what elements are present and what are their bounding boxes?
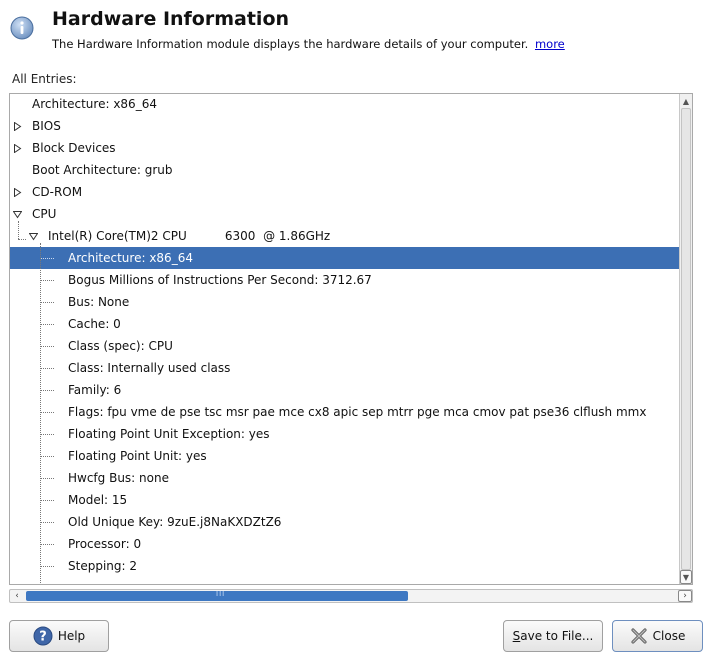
tree-row-label: Architecture: x86_64 bbox=[32, 97, 157, 111]
tree-row[interactable]: Old Unique Key: 9zuE.j8NaKXDZtZ6 bbox=[10, 511, 682, 533]
tree-row-label: Floating Point Unit: yes bbox=[68, 449, 207, 463]
tree-row[interactable]: Model: 15 bbox=[10, 489, 682, 511]
tree-row-label: CD-ROM bbox=[32, 185, 83, 199]
tree-row-label: Old Unique Key: 9zuE.j8NaKXDZtZ6 bbox=[68, 515, 282, 529]
collapsed-arrow-icon[interactable] bbox=[12, 137, 22, 159]
tree-branch-line bbox=[40, 280, 54, 281]
tree-row-label: Hwcfg Bus: none bbox=[68, 471, 169, 485]
info-icon bbox=[10, 16, 34, 40]
all-entries-label: All Entries: bbox=[12, 72, 77, 86]
tree-row[interactable]: Bogus Millions of Instructions Per Secon… bbox=[10, 269, 682, 291]
page-description: The Hardware Information module displays… bbox=[52, 37, 565, 51]
tree-branch-line bbox=[40, 390, 54, 391]
tree-row[interactable]: Hwcfg Bus: none bbox=[10, 467, 682, 489]
header: Hardware Information The Hardware Inform… bbox=[0, 0, 707, 60]
scroll-up-icon[interactable]: ▲ bbox=[680, 94, 692, 108]
tree-row[interactable]: BIOS bbox=[10, 115, 682, 137]
tree-branch-line bbox=[40, 412, 54, 413]
all-entries-label-text: All Entries: bbox=[12, 72, 77, 86]
tree-row-label: Stepping: 2 bbox=[68, 559, 137, 573]
tree-row[interactable]: Class: Internally used class bbox=[10, 357, 682, 379]
expanded-arrow-icon[interactable] bbox=[28, 225, 38, 247]
tree-row-label: Intel(R) Core(TM)2 CPU 6300 @ 1.86GHz bbox=[48, 229, 331, 243]
tree-connector-line bbox=[40, 243, 41, 584]
tree-row[interactable]: Boot Architecture: grub bbox=[10, 159, 682, 181]
scroll-right-icon[interactable]: › bbox=[678, 590, 692, 602]
tree-branch-line bbox=[40, 522, 54, 523]
svg-text:?: ? bbox=[39, 630, 47, 645]
tree-row-label: CPU bbox=[32, 207, 57, 221]
help-button-label: Help bbox=[57, 629, 86, 643]
close-icon bbox=[630, 627, 648, 645]
save-button-label: Save to File... bbox=[512, 629, 594, 643]
tree-branch-line bbox=[18, 239, 26, 240]
page-title: Hardware Information bbox=[52, 8, 290, 30]
tree-branch-line bbox=[40, 500, 54, 501]
tree-row-label: Class: Internally used class bbox=[68, 361, 231, 375]
tree-row[interactable]: Intel(R) Core(TM)2 CPU 6300 @ 1.86GHz bbox=[10, 225, 682, 247]
tree-row-label: Flags: fpu vme de pse tsc msr pae mce cx… bbox=[68, 405, 647, 419]
close-button[interactable]: Close bbox=[612, 620, 703, 652]
tree-row[interactable]: CD-ROM bbox=[10, 181, 682, 203]
tree-row-label: Floating Point Unit Exception: yes bbox=[68, 427, 270, 441]
hardware-tree[interactable]: Architecture: x86_64 BIOS Block Devices Boo… bbox=[9, 93, 693, 585]
tree-row[interactable]: Floating Point Unit: yes bbox=[10, 445, 682, 467]
close-button-label: Close bbox=[652, 629, 686, 643]
tree-row[interactable]: Family: 6 bbox=[10, 379, 682, 401]
tree-row[interactable]: Architecture: x86_64 bbox=[10, 94, 682, 115]
tree-branch-line bbox=[40, 302, 54, 303]
tree-branch-line bbox=[40, 478, 54, 479]
tree-row-label: Architecture: x86_64 bbox=[68, 251, 193, 265]
tree-connector-line bbox=[18, 221, 19, 239]
tree-row-label: Model: 15 bbox=[68, 493, 128, 507]
more-link[interactable]: more bbox=[535, 37, 565, 51]
tree-branch-line bbox=[40, 324, 54, 325]
tree-row[interactable]: Cache: 0 bbox=[10, 313, 682, 335]
tree-row[interactable]: Floating Point Unit Exception: yes bbox=[10, 423, 682, 445]
save-to-file-button[interactable]: Save to File... bbox=[503, 620, 603, 652]
tree-row[interactable]: CPU bbox=[10, 203, 682, 225]
tree-row-label: Family: 6 bbox=[68, 383, 122, 397]
tree-row[interactable]: Flags: fpu vme de pse tsc msr pae mce cx… bbox=[10, 401, 682, 423]
help-icon: ? bbox=[33, 626, 53, 646]
tree-row-label: Bogus Millions of Instructions Per Secon… bbox=[68, 273, 372, 287]
tree-row[interactable]: Bus: None bbox=[10, 291, 682, 313]
tree-branch-line bbox=[40, 434, 54, 435]
help-button[interactable]: ? Help bbox=[9, 620, 109, 652]
tree-branch-line bbox=[40, 368, 54, 369]
tree-branch-line bbox=[40, 258, 54, 259]
collapsed-arrow-icon[interactable] bbox=[12, 181, 22, 203]
scroll-left-icon[interactable]: ‹ bbox=[10, 590, 24, 602]
vertical-scroll-thumb[interactable] bbox=[681, 108, 691, 570]
tree-branch-line bbox=[40, 566, 54, 567]
description-text: The Hardware Information module displays… bbox=[52, 37, 529, 51]
tree-row[interactable]: Class (spec): CPU bbox=[10, 335, 682, 357]
grip-icon: III bbox=[216, 590, 226, 598]
tree-branch-line bbox=[40, 544, 54, 545]
tree-row[interactable]: Architecture: x86_64 bbox=[10, 247, 682, 269]
tree-row-label: Block Devices bbox=[32, 141, 116, 155]
expanded-arrow-icon[interactable] bbox=[12, 203, 22, 225]
tree-rows: Architecture: x86_64 BIOS Block Devices Boo… bbox=[10, 94, 682, 584]
tree-row[interactable]: Processor: 0 bbox=[10, 533, 682, 555]
tree-row-label: Bus: None bbox=[68, 295, 130, 309]
tree-branch-line bbox=[40, 346, 54, 347]
tree-row-label: Boot Architecture: grub bbox=[32, 163, 173, 177]
tree-row-label: Cache: 0 bbox=[68, 317, 121, 331]
vertical-scrollbar[interactable]: ▲ ▼ bbox=[679, 94, 692, 584]
horizontal-scroll-thumb[interactable]: III bbox=[26, 590, 408, 601]
collapsed-arrow-icon[interactable] bbox=[12, 115, 22, 137]
tree-row-label: Class (spec): CPU bbox=[68, 339, 173, 353]
tree-branch-line bbox=[40, 456, 54, 457]
tree-row-label: BIOS bbox=[32, 119, 61, 133]
horizontal-scrollbar[interactable]: ‹ III › bbox=[9, 589, 693, 603]
tree-row[interactable]: Block Devices bbox=[10, 137, 682, 159]
tree-row[interactable]: Stepping: 2 bbox=[10, 555, 682, 577]
tree-row-label: Processor: 0 bbox=[68, 537, 142, 551]
scroll-down-icon[interactable]: ▼ bbox=[680, 570, 692, 584]
